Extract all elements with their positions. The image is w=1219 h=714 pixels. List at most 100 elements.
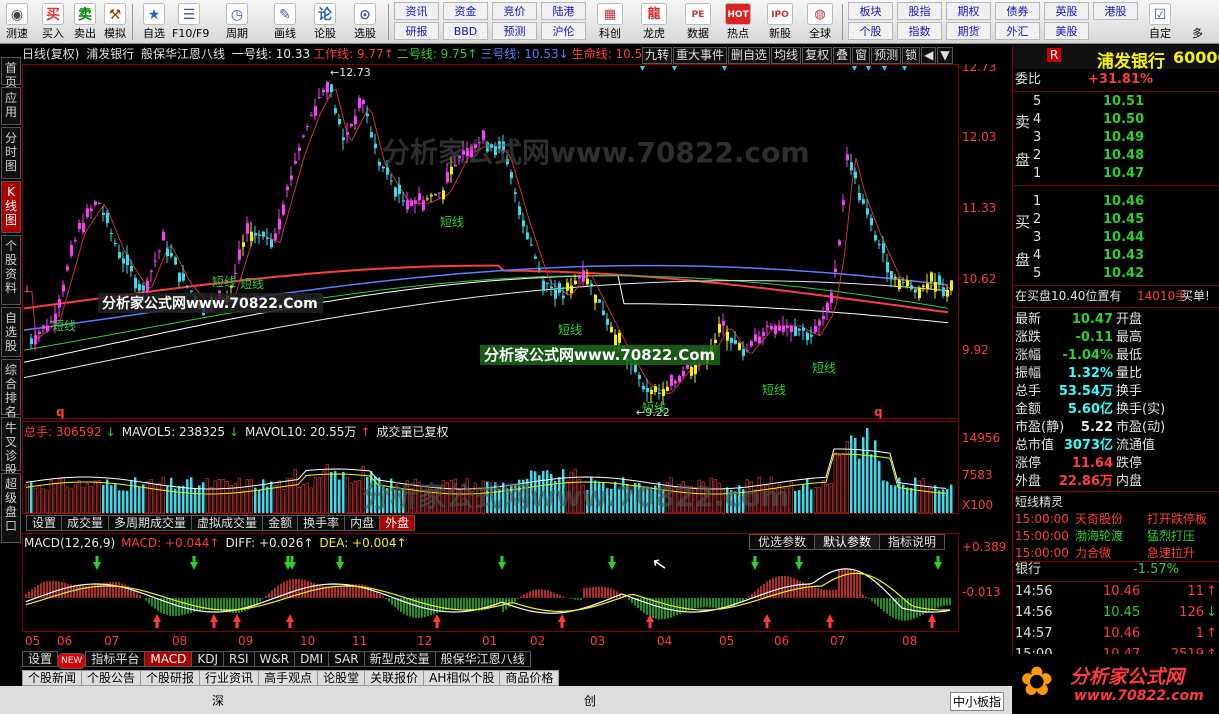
indicator-tab-5[interactable]: RSI xyxy=(223,651,255,667)
toolbar-btn-8[interactable]: 论论股 xyxy=(308,1,342,43)
order-book-row[interactable]: 1 10.46 xyxy=(1013,193,1219,211)
chart-canvas[interactable]: 12.73 12.03 11.33 10.62 9.92 分析家公式网www.70822.… xyxy=(22,64,1012,654)
news-tab-1[interactable]: 个股公告 xyxy=(81,670,142,686)
indicator-tab-9[interactable]: 新型成交量 xyxy=(363,651,436,667)
news-tab-4[interactable]: 高手观点 xyxy=(258,670,319,686)
order-book-row[interactable]: 2 10.48 xyxy=(1013,147,1219,165)
order-book-row[interactable]: 5 10.51 xyxy=(1013,93,1219,111)
toolbar-market-link[interactable]: 外汇 xyxy=(995,22,1040,40)
order-book-row[interactable]: 5 10.42 xyxy=(1013,265,1219,283)
left-tab-0[interactable]: 首页 xyxy=(1,57,21,89)
toolbar-btn2-1[interactable]: 龍龙虎 xyxy=(634,1,674,43)
order-book-row[interactable]: 3 10.49 xyxy=(1013,129,1219,147)
toolbar-link[interactable]: 资金 xyxy=(443,2,488,20)
elf-row[interactable]: 15:00:00 天奇股份 打开跌停板 xyxy=(1013,510,1219,527)
macd-param-btn-1[interactable]: 默认参数 xyxy=(814,534,881,550)
toolbar-market-link[interactable]: 英股 xyxy=(1044,2,1089,20)
chart-btn-6[interactable]: 窗 xyxy=(852,47,871,64)
chart-btn-7[interactable]: 预测 xyxy=(871,47,902,64)
chart-btn-9[interactable]: ◀ xyxy=(921,47,937,64)
indicator-tab-2[interactable]: 指标平台 xyxy=(85,651,146,667)
toolbar-link[interactable]: 资讯 xyxy=(394,2,439,20)
toolbar-btn-3[interactable]: ⚒ 模拟 xyxy=(98,1,132,43)
left-tab-4[interactable]: 个股资料 xyxy=(1,235,21,305)
news-tab-2[interactable]: 个股研报 xyxy=(140,670,201,686)
toolbar-market-link[interactable]: 期权 xyxy=(946,2,991,20)
toolbar-market-link[interactable]: 港股 xyxy=(1093,2,1138,20)
indicator-tab-4[interactable]: KDJ xyxy=(191,651,224,667)
toolbar-btn-5[interactable]: ☰ F10/F9 xyxy=(172,1,209,43)
left-tab-3[interactable]: K线图 xyxy=(1,181,21,233)
chart-btn-8[interactable]: 锁 xyxy=(902,47,921,64)
toolbar-market-link[interactable]: 指数 xyxy=(897,22,942,40)
toolbar-link[interactable]: 陆港 xyxy=(541,2,586,20)
chart-btn-1[interactable]: 重大事件 xyxy=(673,47,728,64)
volume-tab-3[interactable]: 虚拟成交量 xyxy=(191,515,264,531)
toolbar-btn2-5[interactable]: ◍ 全球 xyxy=(800,1,840,43)
volume-tab-2[interactable]: 多周期成交量 xyxy=(108,515,193,531)
left-tab-6[interactable]: 综合排名 xyxy=(1,359,21,419)
order-book-row[interactable]: 2 10.45 xyxy=(1013,211,1219,229)
news-tab-7[interactable]: AH相似个股 xyxy=(423,670,501,686)
chart-btn-5[interactable]: 叠 xyxy=(833,47,852,64)
volume-tab-4[interactable]: 金额 xyxy=(262,515,299,531)
status-index-label[interactable]: 深 xyxy=(212,692,224,709)
elf-row[interactable]: 15:00:00 渤海轮渡 猛烈打压 xyxy=(1013,527,1219,544)
more-button[interactable]: 多 xyxy=(1192,25,1203,41)
toolbar-btn-4[interactable]: ★ 自选 xyxy=(137,1,171,43)
chart-btn-4[interactable]: 复权 xyxy=(802,47,833,64)
toolbar-btn2-4[interactable]: IPO 新股 xyxy=(760,1,800,43)
indicator-tab-6[interactable]: W&R xyxy=(253,651,296,667)
toolbar-market-link[interactable]: 债券 xyxy=(995,2,1040,20)
news-tab-8[interactable]: 商品价格 xyxy=(499,670,560,686)
toolbar-btn-1[interactable]: 买买入 xyxy=(36,1,70,43)
left-tab-1[interactable]: 应用 xyxy=(1,87,21,125)
indicator-tab-1[interactable]: NEW xyxy=(57,653,87,669)
news-tab-0[interactable]: 个股新闻 xyxy=(22,670,83,686)
left-tab-5[interactable]: 自选股 xyxy=(1,307,21,357)
indicator-tab-0[interactable]: 设置 xyxy=(22,651,59,667)
order-book-row[interactable]: 4 10.50 xyxy=(1013,111,1219,129)
toolbar-market-link[interactable]: 个股 xyxy=(848,22,893,40)
order-book-row[interactable]: 1 10.47 xyxy=(1013,165,1219,183)
toolbar-market-link[interactable]: 期货 xyxy=(946,22,991,40)
news-tab-3[interactable]: 行业资讯 xyxy=(199,670,260,686)
indicator-tab-8[interactable]: SAR xyxy=(328,651,365,667)
toolbar-btn2-0[interactable]: ▦ 科创 xyxy=(590,1,630,43)
chart-btn-0[interactable]: 九转 xyxy=(642,47,673,64)
toolbar-btn-9[interactable]: ⊙ 选股 xyxy=(348,1,382,43)
status-index-label[interactable]: 创 xyxy=(584,692,596,709)
chart-btn-3[interactable]: 均线 xyxy=(771,47,802,64)
toolbar-market-link[interactable]: 板块 xyxy=(848,2,893,20)
volume-tab-0[interactable]: 设置 xyxy=(26,515,63,531)
order-book-row[interactable]: 3 10.44 xyxy=(1013,229,1219,247)
volume-tab-7[interactable]: 外盘 xyxy=(379,515,416,531)
status-index-label[interactable]: 中小板指 xyxy=(950,692,1005,711)
volume-tab-6[interactable]: 内盘 xyxy=(344,515,381,531)
toolbar-link[interactable]: BBD xyxy=(443,22,488,40)
left-tab-8[interactable]: 超级盘口 xyxy=(1,473,21,543)
elf-row[interactable]: 15:00:00 力合微 急速拉升 xyxy=(1013,544,1219,561)
toolbar-btn-2[interactable]: 卖卖出 xyxy=(68,1,102,43)
chart-btn-2[interactable]: 删自选 xyxy=(728,47,771,64)
toolbar-link[interactable]: 竞价 xyxy=(492,2,537,20)
kline-chart[interactable]: 12.73 12.03 11.33 10.62 9.92 分析家公式网www.70822.… xyxy=(22,64,1012,654)
left-tab-2[interactable]: 分时图 xyxy=(1,127,21,179)
toolbar-market-link[interactable]: 股指 xyxy=(897,2,942,20)
toolbar-btn2-2[interactable]: PE 数据 xyxy=(678,1,718,43)
toolbar-link[interactable]: 研报 xyxy=(394,22,439,40)
customize-button[interactable]: ☑ 自定 xyxy=(1144,1,1176,43)
indicator-tab-7[interactable]: DMI xyxy=(294,651,330,667)
news-tab-6[interactable]: 关联报价 xyxy=(364,670,425,686)
macd-param-btn-2[interactable]: 指标说明 xyxy=(879,534,946,550)
chart-btn-10[interactable]: ▼ xyxy=(937,47,953,64)
indicator-tab-3[interactable]: MACD xyxy=(144,651,193,667)
toolbar-btn-6[interactable]: ◷ 周期 xyxy=(220,1,254,43)
toolbar-link[interactable]: 预测 xyxy=(492,22,537,40)
toolbar-market-link[interactable]: 美股 xyxy=(1044,22,1089,40)
sector-row[interactable]: 银行 -1.57% xyxy=(1013,561,1219,579)
macd-param-btn-0[interactable]: 优选参数 xyxy=(749,534,816,550)
toolbar-btn2-3[interactable]: HOT 热点 xyxy=(718,1,758,43)
toolbar-btn-7[interactable]: ✎ 画线 xyxy=(268,1,302,43)
indicator-tab-10[interactable]: 般保华江恩八线 xyxy=(434,651,531,667)
